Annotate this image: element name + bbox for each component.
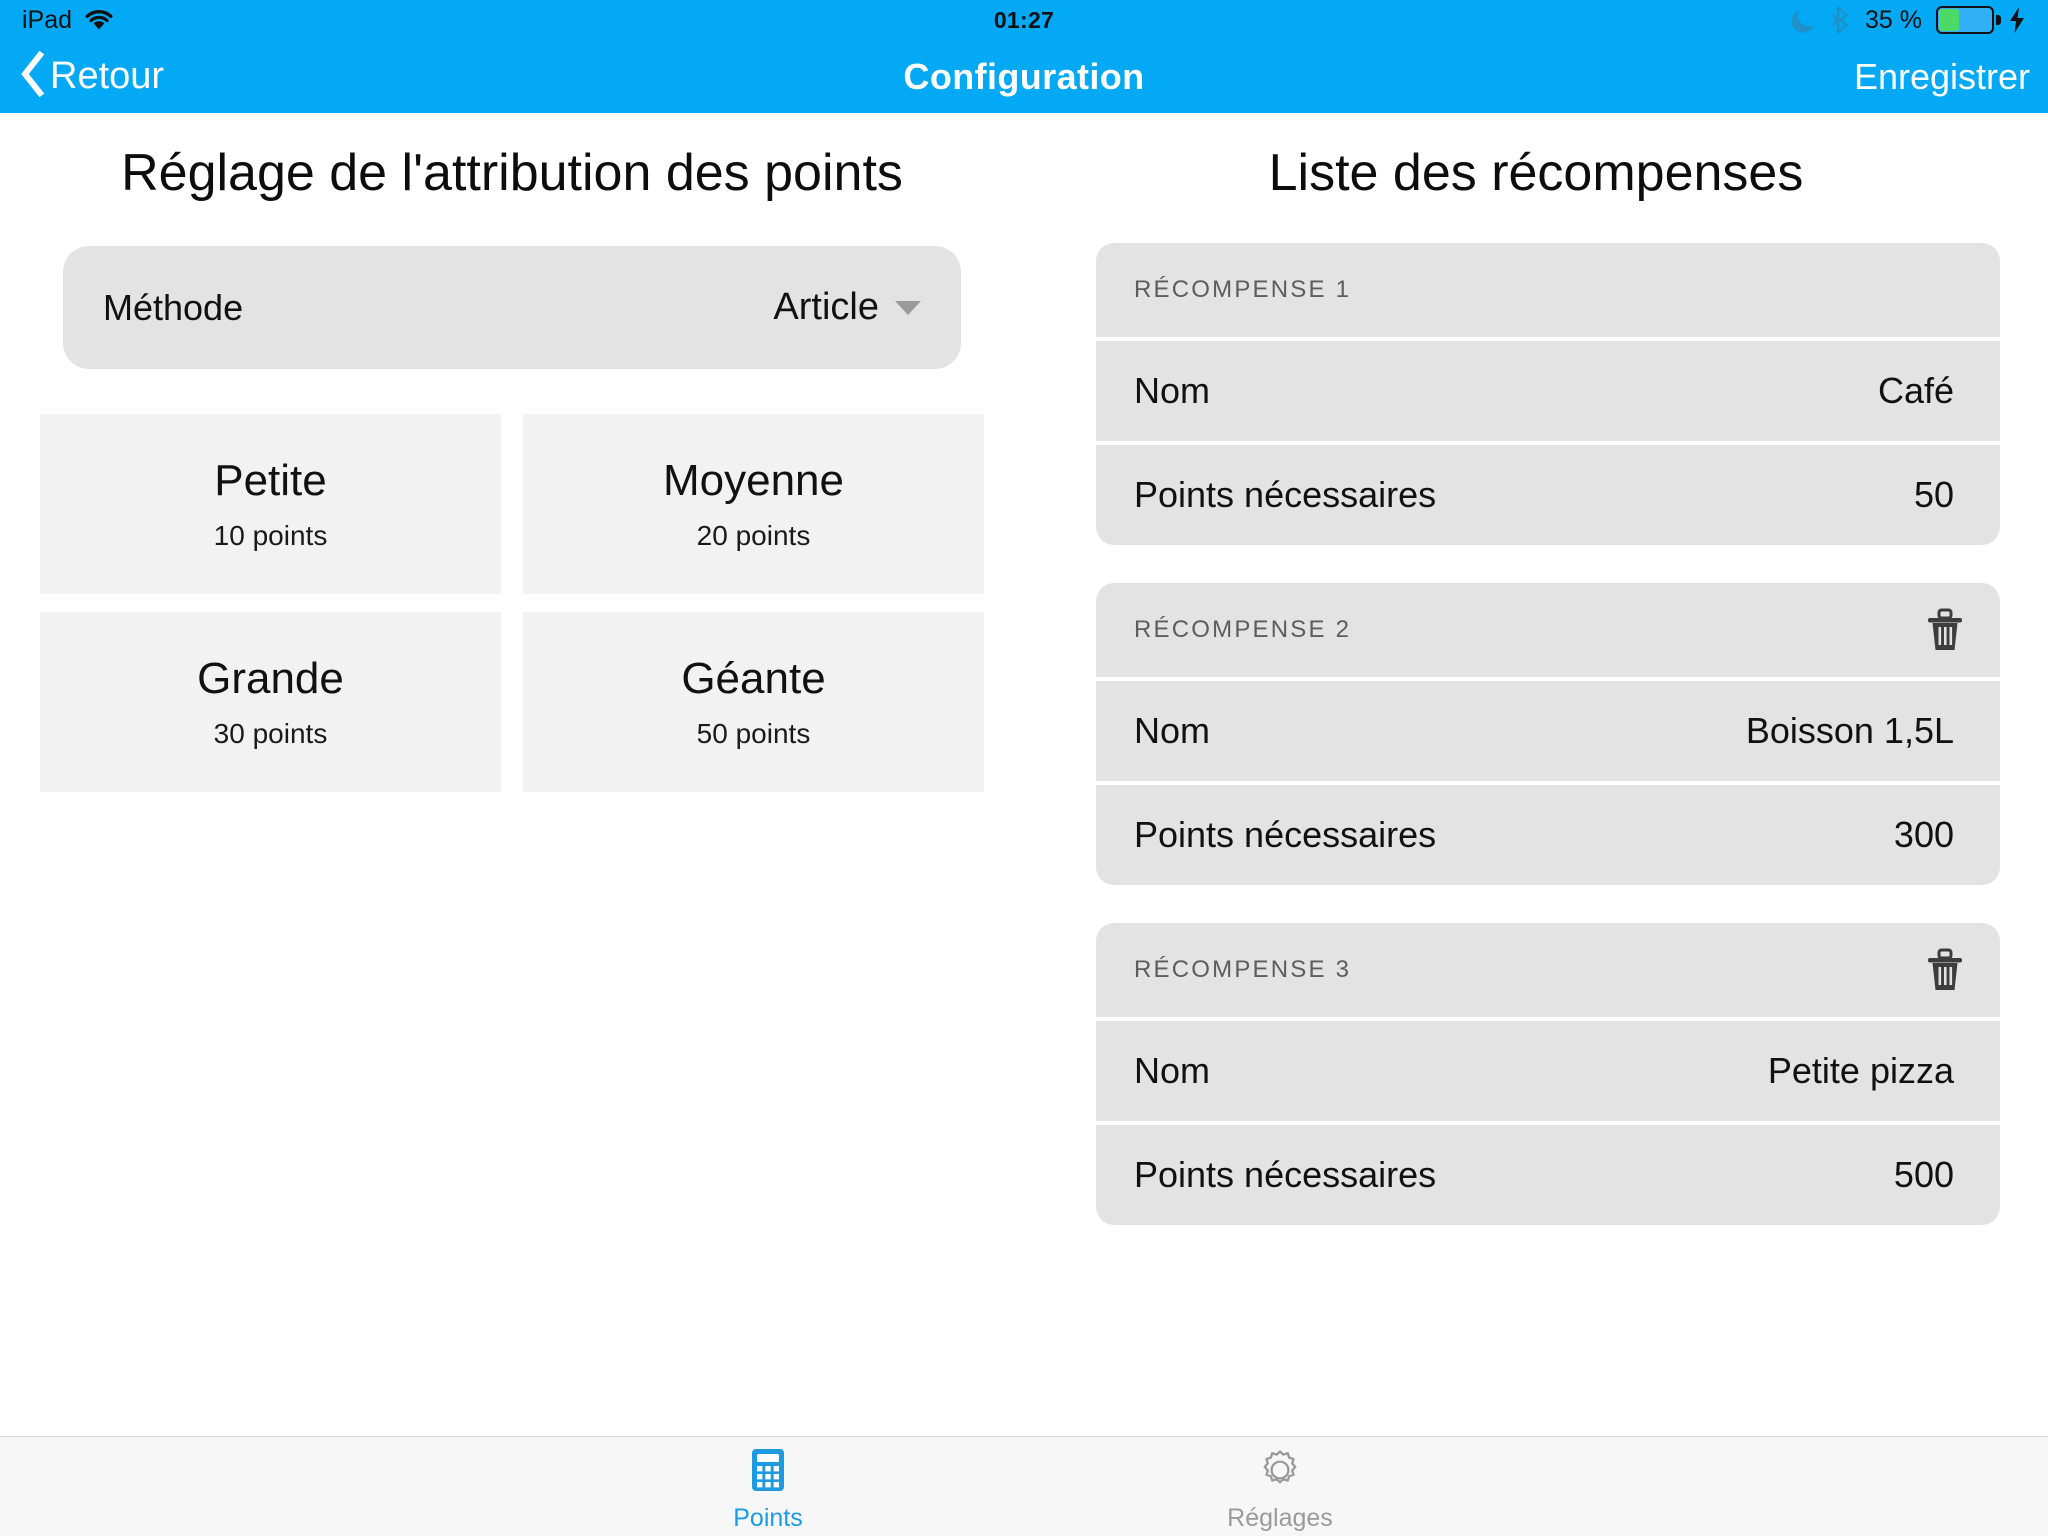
calculator-icon [749,1447,787,1498]
reward-card-title: RÉCOMPENSE 2 [1134,616,1352,643]
save-button[interactable]: Enregistrer [1854,56,2030,98]
size-tile[interactable]: Géante 50 points [523,612,984,792]
navigation-bar: Retour Configuration Enregistrer [0,40,2048,113]
reward-points-label: Points nécessaires [1134,814,1437,855]
size-tile-name: Petite [214,456,327,505]
rewards-list: RÉCOMPENSE 1 Nom Café Points nécessaires… [1096,243,2000,1225]
tab-reglages-label: Réglages [1227,1503,1333,1532]
reward-points-label: Points nécessaires [1134,1154,1437,1195]
size-tile-name: Géante [681,654,826,703]
size-tile-points: 20 points [696,520,811,551]
reward-name-label: Nom [1134,370,1211,411]
reward-name-row[interactable]: Nom Petite pizza [1096,1021,2000,1121]
rewards-list-title: Liste des récompenses [1268,144,1804,202]
size-tile[interactable]: Moyenne 20 points [523,414,984,594]
reward-name-label: Nom [1134,710,1211,751]
method-selector[interactable]: Méthode Article [63,246,961,369]
app-root: iPad 01:27 35 % Retour Configuration Enr… [0,0,2048,1536]
method-value: Article [773,286,879,328]
battery-icon [1936,6,2001,34]
page-title: Configuration [903,55,1145,97]
battery-percent-label: 35 % [1865,5,1922,34]
reward-name-value: Café [1877,370,1954,411]
tab-bar: Points Réglages [0,1436,2048,1536]
method-value-group: Article [773,286,921,329]
reward-points-row[interactable]: Points nécessaires 300 [1096,785,2000,885]
points-settings-title: Réglage de l'attribution des points [121,144,903,202]
reward-card-header: RÉCOMPENSE 2 [1096,583,2000,677]
reward-points-value: 300 [1893,814,1954,855]
size-tile-points: 10 points [213,520,328,551]
status-bar-right: 35 % [1791,6,2026,35]
points-settings-panel: Réglage de l'attribution des points Méth… [0,113,1024,1436]
tab-bar-spacer-left [0,1437,512,1536]
tab-bar-spacer-right [1536,1437,2048,1536]
reward-card: RÉCOMPENSE 2 Nom Boisson 1,5L Points néc… [1096,583,2000,885]
reward-name-label: Nom [1134,1050,1211,1091]
bluetooth-icon [1831,6,1851,34]
reward-name-row[interactable]: Nom Café [1096,341,2000,441]
size-tile-points: 30 points [213,718,328,749]
status-bar: iPad 01:27 35 % [0,0,2048,40]
reward-card: RÉCOMPENSE 1 Nom Café Points nécessaires… [1096,243,2000,545]
tab-points-label: Points [733,1503,803,1532]
reward-points-row[interactable]: Points nécessaires 50 [1096,445,2000,545]
reward-name-value: Petite pizza [1767,1050,1954,1091]
chevron-down-icon [895,300,921,315]
trash-icon[interactable] [1924,947,1966,993]
reward-points-value: 50 [1913,474,1954,515]
size-tile[interactable]: Petite 10 points [40,414,501,594]
method-label: Méthode [103,286,244,328]
reward-card-header: RÉCOMPENSE 1 [1096,243,2000,337]
tab-reglages[interactable]: Réglages [1024,1437,1536,1536]
reward-points-label: Points nécessaires [1134,474,1437,515]
content-area: Réglage de l'attribution des points Méth… [0,113,2048,1436]
lightning-bolt-icon [2008,6,2026,34]
reward-card-title: RÉCOMPENSE 1 [1134,276,1352,303]
tab-points[interactable]: Points [512,1437,1024,1536]
size-tiles-grid: Petite 10 points Moyenne 20 points Grand… [40,414,984,792]
moon-icon [1791,7,1817,34]
reward-points-row[interactable]: Points nécessaires 500 [1096,1125,2000,1225]
reward-card: RÉCOMPENSE 3 Nom Petite pizza Points néc… [1096,923,2000,1225]
size-tile[interactable]: Grande 30 points [40,612,501,792]
reward-card-title: RÉCOMPENSE 3 [1134,956,1352,983]
gear-icon [1257,1447,1303,1498]
size-tile-name: Moyenne [662,456,844,505]
reward-name-value: Boisson 1,5L [1745,710,1954,751]
size-tile-points: 50 points [696,718,811,749]
rewards-list-panel[interactable]: Liste des récompenses RÉCOMPENSE 1 Nom C… [1024,113,2048,1436]
status-bar-clock: 01:27 [993,6,1055,33]
reward-card-header: RÉCOMPENSE 3 [1096,923,2000,1017]
size-tile-name: Grande [197,654,344,703]
reward-name-row[interactable]: Nom Boisson 1,5L [1096,681,2000,781]
reward-points-value: 500 [1893,1154,1954,1195]
trash-icon[interactable] [1924,607,1966,653]
